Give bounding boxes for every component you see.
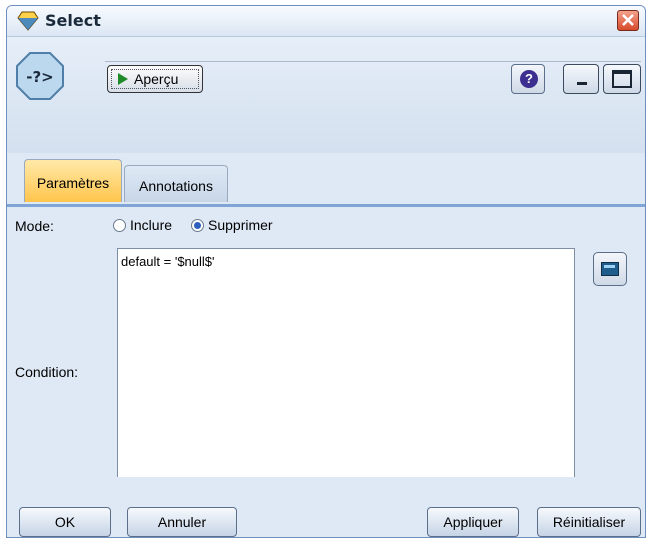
mode-label: Mode: (15, 218, 54, 234)
ok-button[interactable]: OK (19, 507, 111, 537)
radio-inclure[interactable] (113, 219, 126, 232)
select-dialog: Select -?> Aperçu ? Paramètres Annotatio… (6, 5, 646, 538)
tab-parametres[interactable]: Paramètres (24, 159, 122, 202)
tab-annotations[interactable]: Annotations (124, 165, 228, 202)
minimize-icon (577, 82, 587, 85)
expression-builder-button[interactable] (593, 252, 627, 286)
calculator-icon (601, 262, 619, 276)
select-node-icon: -?> (16, 52, 64, 100)
tab-annotations-label: Annotations (139, 178, 213, 194)
preview-label: Aperçu (134, 71, 179, 87)
button-bar: OK Annuler Appliquer Réinitialiser (7, 477, 645, 537)
diamond-node-icon (17, 11, 39, 31)
tab-bar: Paramètres Annotations (7, 154, 645, 207)
close-icon (622, 14, 634, 26)
tab-parametres-label: Paramètres (36, 175, 110, 191)
maximize-button[interactable] (603, 64, 641, 94)
cancel-button[interactable]: Annuler (127, 507, 237, 537)
minimize-button[interactable] (563, 64, 599, 94)
help-icon: ? (520, 70, 538, 88)
play-icon (118, 73, 128, 85)
condition-label: Condition: (15, 364, 79, 380)
reset-button[interactable]: Réinitialiser (537, 507, 641, 537)
window-title: Select (45, 11, 101, 30)
help-button[interactable]: ? (511, 64, 545, 94)
settings-panel: Mode: Inclure Supprimer Condition: defau… (7, 207, 645, 478)
title-bar: Select (7, 6, 645, 37)
apply-button[interactable]: Appliquer (427, 507, 519, 537)
condition-textarea[interactable]: default = '$null$' (117, 248, 575, 478)
close-button[interactable] (617, 10, 639, 31)
preview-button[interactable]: Aperçu (107, 65, 203, 93)
radio-selected-dot (194, 222, 201, 229)
toolbar: -?> Aperçu ? (7, 37, 645, 153)
radio-supprimer-label[interactable]: Supprimer (208, 217, 273, 233)
radio-supprimer[interactable] (191, 219, 204, 232)
maximize-icon (612, 70, 632, 88)
svg-text:-?>: -?> (26, 68, 54, 86)
radio-inclure-label[interactable]: Inclure (130, 217, 172, 233)
